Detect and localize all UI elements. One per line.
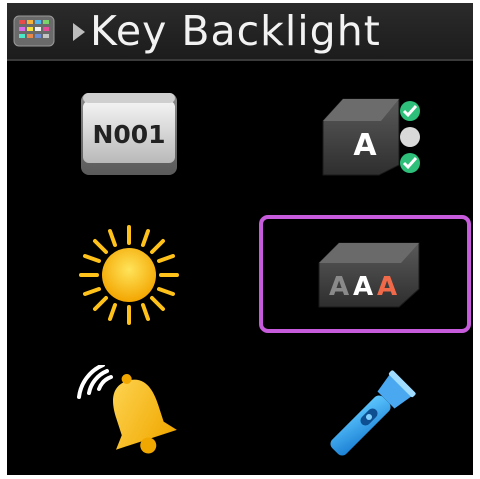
n001-key-icon: N001 [81, 93, 177, 175]
key-a-label: A [353, 128, 377, 163]
aaa-letter-2: A [353, 272, 373, 302]
brightness-button[interactable] [79, 225, 179, 325]
text-size-button[interactable]: A A A [317, 239, 421, 311]
notification-button[interactable] [77, 365, 187, 465]
app-screen: Key Backlight N001 A A A A [7, 3, 473, 475]
aaa-text-icon: A A A [318, 242, 420, 308]
key-a-status-icon: A [322, 98, 420, 176]
keyboard-grid-icon[interactable] [13, 15, 55, 47]
aaa-letter-3: A [377, 272, 397, 302]
number-key-button[interactable]: N001 [79, 91, 179, 177]
page-title: Key Backlight [90, 7, 381, 55]
flashlight-icon [330, 370, 416, 456]
flashlight-button[interactable] [319, 367, 419, 467]
key-status-button[interactable]: A [319, 95, 425, 181]
chevron-right-icon [73, 23, 85, 41]
title-bar: Key Backlight [7, 3, 473, 61]
aaa-letter-1: A [329, 272, 349, 302]
bell-ringing-icon [77, 365, 177, 454]
n001-key-label: N001 [92, 120, 165, 149]
sun-icon [79, 225, 179, 325]
